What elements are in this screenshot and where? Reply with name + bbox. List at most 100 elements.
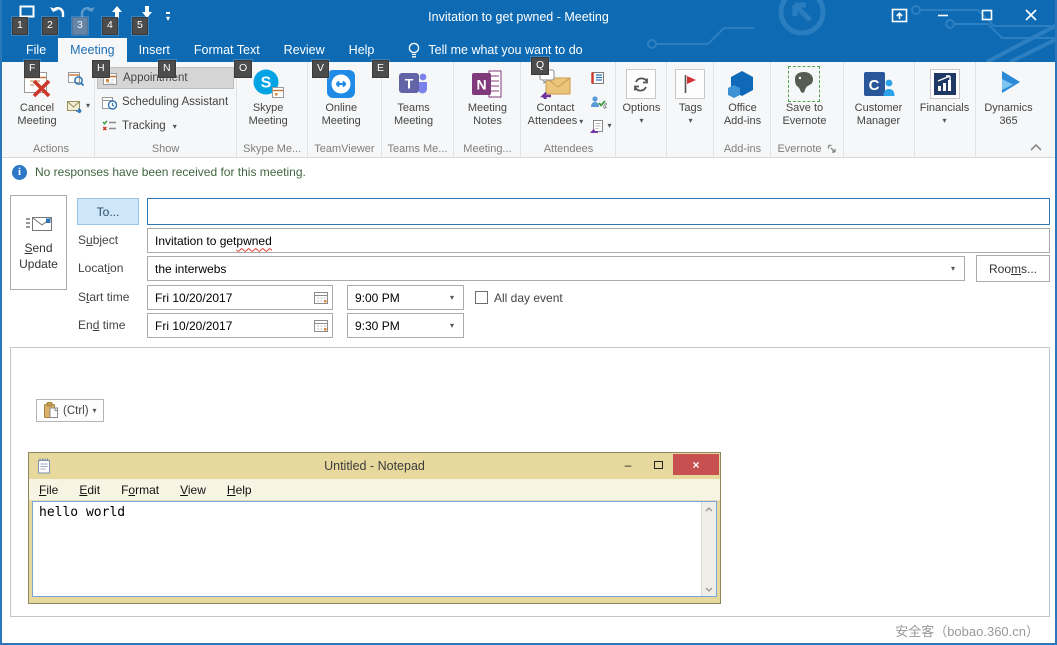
tags-button[interactable]: Tags ▾: [669, 64, 711, 125]
dropdown-arrow-icon: ▾: [86, 102, 90, 110]
to-field[interactable]: [147, 198, 1050, 225]
respond-button[interactable]: ▾: [590, 116, 611, 136]
svg-text:S: S: [261, 75, 272, 92]
start-time-field[interactable]: 9:00 PM ▾: [347, 285, 464, 310]
notepad-menu-file[interactable]: File: [39, 483, 58, 497]
skype-icon: S: [251, 68, 285, 100]
notepad-maximize-button[interactable]: [643, 454, 673, 475]
tab-file[interactable]: File: [14, 38, 58, 62]
notepad-title-bar[interactable]: Untitled - Notepad – ×: [29, 453, 720, 479]
info-bar-text: No responses have been received for this…: [35, 165, 306, 179]
notepad-minimize-button[interactable]: –: [613, 454, 643, 475]
tab-format-text[interactable]: Format Text: [182, 38, 272, 62]
ribbon-display-options-button[interactable]: [877, 0, 921, 30]
group-label-options: [618, 140, 664, 157]
scroll-up-icon[interactable]: [702, 502, 716, 516]
group-evernote: Save to Evernote Evernote: [771, 62, 843, 157]
paste-options-button[interactable]: (Ctrl) ▾: [36, 399, 104, 422]
scheduling-assistant-button[interactable]: Scheduling Assistant: [97, 91, 234, 113]
qat-next-item-button[interactable]: 5: [132, 3, 162, 35]
keytip-4: 4: [102, 17, 118, 35]
qat-undo-button[interactable]: 2: [42, 3, 72, 35]
group-label-teamviewer: TeamViewer: [310, 140, 378, 157]
customize-qat-icon[interactable]: ▾: [166, 12, 170, 24]
minimize-icon: [937, 9, 949, 21]
group-meeting-notes: N Meeting Notes Meeting...: [454, 62, 521, 157]
all-day-event[interactable]: All day event: [475, 285, 563, 310]
message-body[interactable]: (Ctrl) ▾ Untitled - Notepad – × File: [10, 347, 1050, 617]
keytip-2: 2: [42, 17, 58, 35]
qat-redo-button[interactable]: 3: [72, 3, 102, 35]
all-day-label: All day event: [494, 291, 563, 305]
check-names-button[interactable]: @: [590, 92, 611, 112]
rooms-button[interactable]: Rooms...: [976, 255, 1050, 282]
all-day-checkbox[interactable]: [475, 291, 488, 304]
save-to-evernote-button[interactable]: Save to Evernote: [773, 64, 835, 128]
keytip-format-text: O: [234, 60, 252, 78]
group-label-financials: [917, 140, 973, 157]
scroll-down-icon[interactable]: [702, 582, 716, 596]
close-button[interactable]: [1009, 0, 1053, 30]
address-book-button[interactable]: [590, 68, 611, 88]
paste-options-label: (Ctrl): [63, 405, 89, 417]
group-options: Options ▾: [616, 62, 667, 157]
options-button[interactable]: Options ▾: [618, 64, 664, 125]
minimize-button[interactable]: [921, 0, 965, 30]
tab-insert[interactable]: Insert: [127, 38, 182, 62]
keytip-review: V: [312, 60, 329, 78]
start-date-picker-icon[interactable]: [310, 286, 332, 309]
forward-button[interactable]: ▾: [67, 96, 90, 116]
notepad-menu-edit[interactable]: Edit: [79, 483, 100, 497]
financials-button[interactable]: Financials ▾: [917, 64, 973, 125]
misspelled-word: pwned: [236, 234, 271, 248]
dynamics-365-button[interactable]: Dynamics 365: [978, 64, 1040, 128]
window-title: Invitation to get pwned - Meeting: [202, 10, 835, 24]
send-update-label-1: Send: [24, 241, 52, 255]
start-date-field[interactable]: Fri 10/20/2017: [147, 285, 333, 310]
customer-manager-button[interactable]: C Customer Manager: [846, 64, 912, 128]
qat-save-button[interactable]: 1: [12, 3, 42, 35]
tab-review[interactable]: Review: [272, 38, 337, 62]
location-field[interactable]: the interwebs ▾: [147, 256, 965, 281]
notepad-text-area[interactable]: hello world: [32, 501, 717, 597]
location-dropdown-icon[interactable]: ▾: [942, 257, 964, 280]
dialog-launcher-icon[interactable]: [827, 144, 837, 154]
collapse-ribbon-icon[interactable]: [1029, 143, 1043, 152]
end-date-picker-icon[interactable]: [310, 314, 332, 337]
start-time-dropdown-icon[interactable]: ▾: [441, 286, 463, 309]
qat-previous-item-button[interactable]: 4: [102, 3, 132, 35]
svg-text:N: N: [477, 77, 487, 93]
close-icon: [1025, 9, 1037, 21]
notepad-window: Untitled - Notepad – × File Edit Format …: [28, 452, 721, 604]
notepad-menu-format[interactable]: Format: [121, 483, 159, 497]
send-update-button[interactable]: Send Update: [10, 195, 67, 290]
meeting-notes-button[interactable]: N Meeting Notes: [456, 64, 518, 128]
group-addins: Office Add-ins Add-ins: [714, 62, 771, 157]
open-scheduling-button[interactable]: [67, 68, 90, 88]
tracking-button[interactable]: Tracking ▾: [97, 115, 234, 137]
address-book-icon: [590, 71, 606, 85]
to-button[interactable]: To...: [77, 198, 139, 225]
notepad-maximize-icon: [654, 461, 663, 469]
end-time-field[interactable]: 9:30 PM ▾: [347, 313, 464, 338]
end-date-field[interactable]: Fri 10/20/2017: [147, 313, 333, 338]
notepad-menu-bar: File Edit Format View Help: [29, 479, 720, 501]
watermark: 安全客（bobao.360.cn）: [895, 621, 1039, 640]
office-addins-button[interactable]: Office Add-ins: [716, 64, 768, 128]
subject-field[interactable]: Invitation to get pwned: [147, 228, 1050, 253]
notepad-close-button[interactable]: ×: [673, 454, 719, 475]
notepad-menu-view[interactable]: View: [180, 483, 206, 497]
tab-meeting[interactable]: Meeting: [58, 38, 126, 62]
end-time-dropdown-icon[interactable]: ▾: [441, 314, 463, 337]
teams-meeting-button[interactable]: T Teams Meeting: [384, 64, 444, 128]
title-bar: 1 2 3 4 5 ▾ I: [2, 0, 1055, 38]
svg-text:@: @: [603, 104, 607, 110]
tell-me-box[interactable]: Tell me what you want to do: [408, 38, 582, 62]
tab-help[interactable]: Help: [337, 38, 387, 62]
notepad-scrollbar[interactable]: [701, 502, 716, 596]
maximize-button[interactable]: [965, 0, 1009, 30]
keytip-1: 1: [12, 17, 28, 35]
svg-text:T: T: [404, 76, 413, 92]
keytip-meeting: H: [92, 60, 110, 78]
notepad-menu-help[interactable]: Help: [227, 483, 252, 497]
